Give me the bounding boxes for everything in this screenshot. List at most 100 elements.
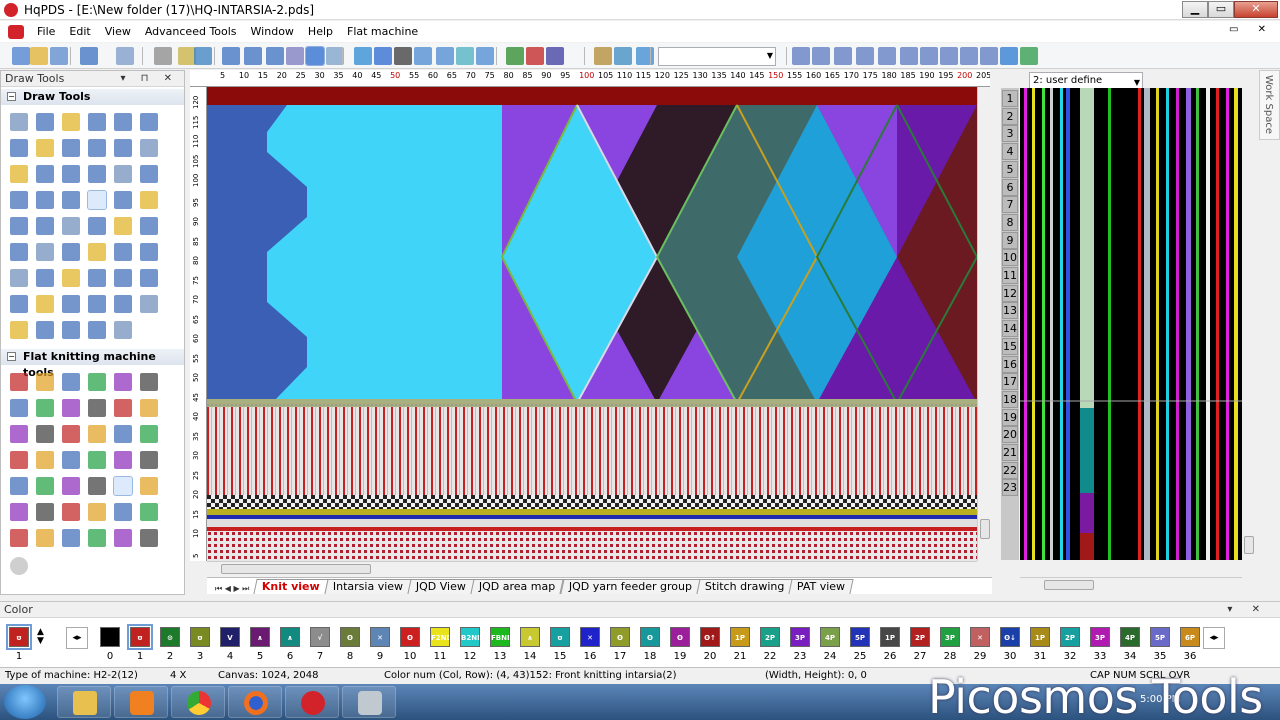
flat-tool-icon[interactable] [114,373,132,391]
draw-tool-icon[interactable] [36,321,54,339]
menu-view[interactable]: View [98,25,138,38]
draw-tool-icon[interactable] [10,243,28,261]
flat-tool-icon[interactable] [36,477,54,495]
flat-tool-icon[interactable] [62,451,80,469]
flat-tool-icon[interactable] [114,451,132,469]
flat-tool-icon[interactable] [10,529,28,547]
toolbar-tool-icon[interactable] [354,47,372,65]
draw-tool-icon[interactable] [62,243,80,261]
draw-tool-icon[interactable] [88,321,106,339]
draw-tool-icon[interactable] [114,321,132,339]
toolbar-tool-icon[interactable] [414,47,432,65]
yarn-row-number[interactable]: 20 [1002,426,1018,444]
menu-flat-machine[interactable]: Flat machine [340,25,425,38]
color-swatch[interactable]: B2ND [460,627,480,647]
collapse-icon[interactable]: − [7,92,16,101]
draw-tool-icon[interactable] [88,243,106,261]
toolbar-tool-icon[interactable] [792,47,810,65]
tab-jqd-yarn-feeder-group[interactable]: JQD yarn feeder group [560,579,701,594]
toolbar-tool-icon[interactable] [856,47,874,65]
color-swatch[interactable]: ⊙ [160,627,180,647]
tab-jqd-view[interactable]: JQD View [407,579,475,594]
draw-tool-icon[interactable] [114,139,132,157]
color-swatch[interactable]: √ [310,627,330,647]
flat-tool-icon[interactable] [10,557,28,575]
menu-edit[interactable]: Edit [62,25,97,38]
draw-tool-icon[interactable] [140,113,158,131]
mdi-controls[interactable]: ▭ ✕ [1229,24,1274,35]
menu-advanced-tools[interactable]: Advanceed Tools [138,25,244,38]
color-swatch[interactable] [100,627,120,647]
color-swatch[interactable]: ʊ [190,627,210,647]
toolbar-tool-icon[interactable] [194,47,212,65]
color-swatch[interactable]: ʘ↓ [1000,627,1020,647]
draw-tool-icon[interactable] [140,243,158,261]
draw-tool-icon[interactable] [88,295,106,313]
toolbar-tool-icon[interactable] [222,47,240,65]
toolbar-tool-icon[interactable] [960,47,978,65]
draw-tool-icon[interactable] [62,217,80,235]
maximize-button[interactable]: ▭ [1208,1,1234,18]
color-swatch[interactable]: 5P [1150,627,1170,647]
scroll-thumb[interactable] [1244,536,1254,554]
color-swatch[interactable]: ʊ [127,624,153,650]
yarn-horizontal-scrollbar[interactable] [1020,577,1242,592]
yarn-view-select[interactable]: 2: user define ▼ [1029,72,1143,89]
draw-tool-icon[interactable] [62,113,80,131]
draw-tool-icon[interactable] [10,295,28,313]
toolbar-tool-icon[interactable] [30,47,48,65]
flat-tool-icon[interactable] [10,451,28,469]
flat-tool-icon[interactable] [114,529,132,547]
color-swatch[interactable]: ʘ [670,627,690,647]
color-swatch[interactable]: 2P [760,627,780,647]
color-swatch[interactable]: 5P [850,627,870,647]
toolbar-tool-icon[interactable] [812,47,830,65]
color-swatch[interactable]: 4P [820,627,840,647]
yarn-row-number[interactable]: 1 [1002,90,1018,107]
color-swatch[interactable]: ʘ [400,627,420,647]
color-swatch[interactable]: 2P [910,627,930,647]
color-swatch[interactable]: FBNB [490,627,510,647]
flat-tool-icon[interactable] [36,503,54,521]
flat-tool-icon[interactable] [88,399,106,417]
collapse-icon[interactable]: − [7,352,16,361]
minimize-button[interactable]: ▁ [1182,1,1208,18]
close-button[interactable]: ✕ [1234,1,1278,18]
yarn-row-number[interactable]: 8 [1002,213,1018,231]
toolbar-tool-icon[interactable] [878,47,896,65]
flat-tool-icon[interactable] [114,425,132,443]
toolbar-tool-icon[interactable] [594,47,612,65]
toolbar-tool-icon[interactable] [476,47,494,65]
draw-tool-icon[interactable] [88,113,106,131]
flat-tool-icon[interactable] [114,399,132,417]
yarn-row-number[interactable]: 23 [1002,479,1018,497]
toolbar-tool-icon[interactable] [614,47,632,65]
draw-tool-icon[interactable] [10,191,28,209]
toolbar-tool-icon[interactable] [374,47,392,65]
taskbar-media[interactable] [114,686,168,718]
draw-tool-icon[interactable] [88,217,106,235]
draw-tool-icon[interactable] [114,217,132,235]
yarn-row-number[interactable]: 21 [1002,444,1018,461]
draw-tool-icon[interactable] [36,139,54,157]
flat-tool-icon[interactable] [88,451,106,469]
swatch-scroll-right[interactable]: ◂▸ [1203,627,1225,649]
flat-tool-icon[interactable] [36,373,54,391]
flat-tool-icon[interactable] [140,425,158,443]
yarn-row-number[interactable]: 22 [1002,461,1018,479]
start-button[interactable] [4,685,46,719]
tab-pat-view[interactable]: PAT view [788,579,854,594]
tab-nav-arrows[interactable]: ⏮ ◀ ▶ ⏭ [215,584,249,594]
toolbar-tool-icon[interactable] [244,47,262,65]
color-swatch[interactable]: ʘ [640,627,660,647]
flat-tool-icon[interactable] [140,373,158,391]
draw-tool-icon[interactable] [36,269,54,287]
color-swatch[interactable]: 1P [880,627,900,647]
color-swatch[interactable]: 3P [790,627,810,647]
yarn-row-number[interactable]: 12 [1002,284,1018,302]
draw-tool-icon[interactable] [114,113,132,131]
color-swatch[interactable]: ✕ [370,627,390,647]
flat-tool-icon[interactable] [140,477,158,495]
color-swatch[interactable]: 4P [1120,627,1140,647]
flat-tool-icon[interactable] [140,503,158,521]
